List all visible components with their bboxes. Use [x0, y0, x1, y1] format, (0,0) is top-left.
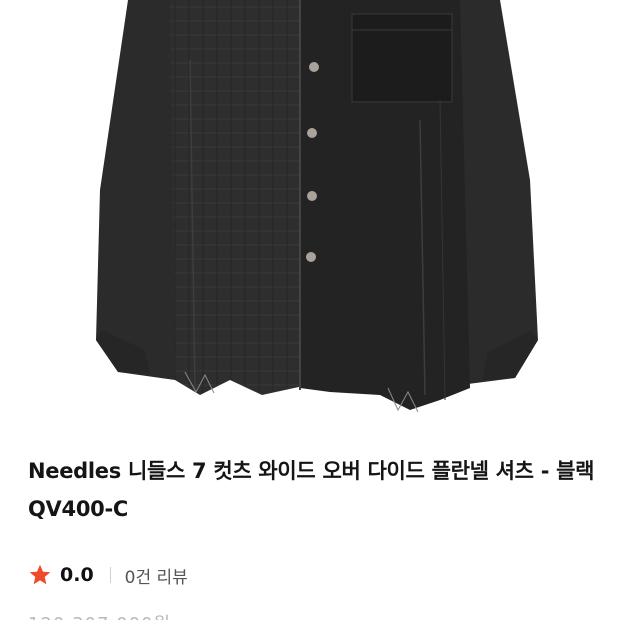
product-title: Needles 니들스 7 컷츠 와이드 오버 다이드 플란넬 셔츠 - 블랙 …	[28, 459, 595, 521]
rating-divider	[109, 567, 111, 583]
flannel-shirt-photo	[96, 0, 538, 413]
review-count-link[interactable]: 0건 리뷰	[125, 563, 188, 588]
star-icon	[29, 564, 51, 585]
product-detail-page: Needles 니들스 7 컷츠 와이드 오버 다이드 플란넬 셔츠 - 블랙 …	[0, 0, 620, 620]
rating-value: 0.0	[60, 564, 94, 586]
product-image[interactable]	[0, 0, 620, 432]
rating-row: 0.0 0건 리뷰	[28, 560, 188, 590]
price-partial: 120,307,000원	[28, 610, 171, 620]
